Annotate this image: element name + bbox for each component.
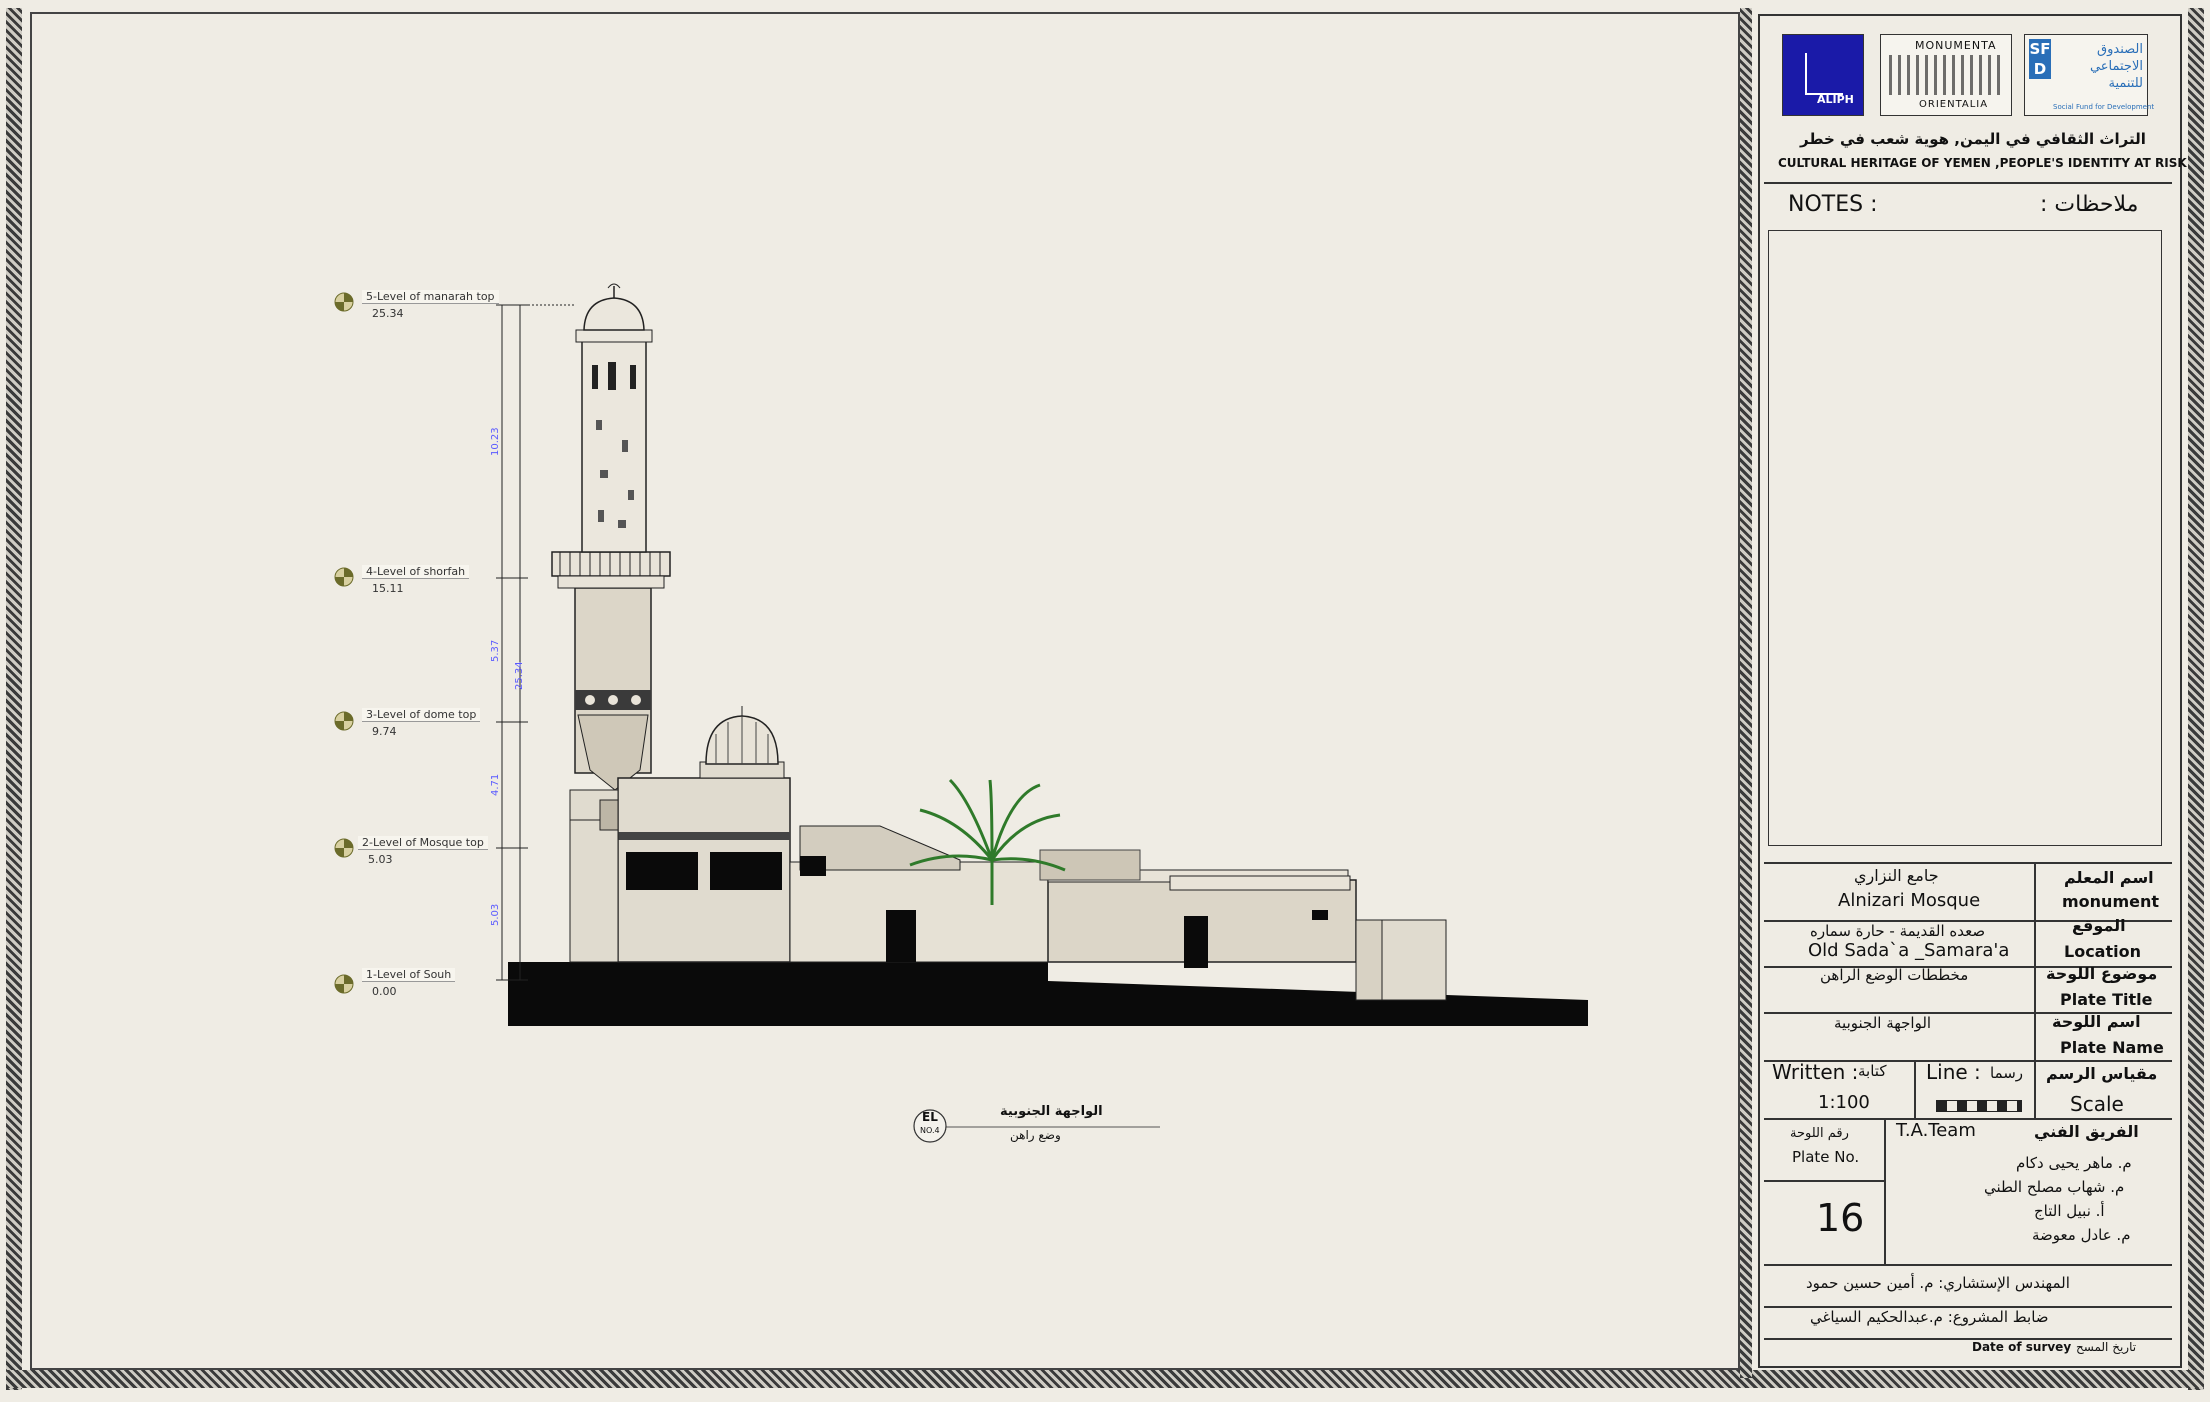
team-member-3: أ. نبيل التاج: [2034, 1202, 2105, 1220]
level-tag-souh: 1-Level of Souh 0.00: [362, 968, 456, 998]
written-label-en: Written :: [1772, 1060, 1859, 1084]
monument-value-ar: جامع النزاري: [1854, 866, 1939, 885]
heritage-title-en: CULTURAL HERITAGE OF YEMEN ,PEOPLE'S IDE…: [1778, 156, 2187, 170]
survey-date-label-ar: تاريخ المسح: [2076, 1340, 2137, 1354]
frame-border-divider: [1740, 8, 1752, 1378]
sfd-logo: SFD الصندوق الاجتماعي للتنمية Social Fun…: [2024, 34, 2154, 116]
notes-label-en: NOTES :: [1788, 192, 1878, 217]
team-member-2: م. شهاب مصلح الطني: [1984, 1178, 2125, 1196]
consultant-line: المهندس الإستشاري: م. أمين حسين حمود: [1806, 1274, 2070, 1292]
drawing-subtitle: وضع راهن: [1010, 1128, 1061, 1142]
dimension-total: 25.34: [514, 661, 525, 690]
line-label-ar: رسما: [1990, 1064, 2024, 1082]
frame-border-right: [2188, 8, 2204, 1390]
team-member-4: م. عادل معوضة: [2032, 1226, 2131, 1244]
location-label-ar: الموقع: [2072, 916, 2126, 935]
monument-label-ar: اسم المعلم: [2064, 868, 2154, 887]
level-tag-manarah: 5-Level of manarah top 25.34: [362, 290, 499, 320]
team-label-ar: الفريق الفني: [2034, 1122, 2139, 1141]
grid-line: [1764, 862, 2172, 864]
plate-title-label-ar: موضوع اللوحة: [2046, 964, 2158, 983]
level-markers: [334, 292, 354, 994]
location-value-ar: صعده القديمة - حارة سماره: [1810, 922, 1986, 940]
notes-label-ar: ملاحظات :: [2040, 192, 2139, 217]
dimension-upper: 10.23: [490, 427, 501, 456]
elevation-badge-top: EL: [922, 1110, 938, 1124]
grid-line: [2034, 862, 2036, 1118]
scale-value: 1:100: [1818, 1092, 1870, 1113]
drawing-title: الواجهة الجنوبية: [1000, 1104, 1103, 1119]
graphic-scale-bar: [1936, 1100, 2022, 1112]
side-wall: [789, 861, 1049, 963]
location-value-en: Old Sada`a _Samara'a: [1808, 940, 2010, 961]
monument-label-en: monument: [2062, 892, 2160, 911]
line-label-en: Line :: [1926, 1060, 1981, 1084]
title-separator: [1764, 182, 2172, 184]
scale-label-ar: مقياس الرسم: [2046, 1064, 2158, 1083]
plate-name-value-ar: الواجهة الجنوبية: [1834, 1014, 1932, 1032]
grid-line: [1764, 1180, 1884, 1182]
dimension-third: 4.71: [490, 773, 501, 796]
elevation-badge-bottom: NO.4: [920, 1126, 940, 1135]
plate-name-label-ar: اسم اللوحة: [2052, 1012, 2141, 1031]
plate-no-value: 16: [1816, 1196, 1865, 1240]
team-label-en: T.A.Team: [1896, 1120, 1976, 1141]
survey-date-label-en: Date of survey: [1972, 1340, 2072, 1354]
team-member-1: م. ماهر يحيى دكام: [2016, 1154, 2132, 1172]
plate-no-label-ar: رقم اللوحة: [1790, 1126, 1849, 1141]
dimension-lower: 5.03: [490, 903, 501, 926]
monument-value-en: Alnizari Mosque: [1838, 890, 1981, 911]
dimension-second: 5.37: [490, 639, 501, 662]
plate-name-label-en: Plate Name: [2060, 1038, 2164, 1057]
location-label-en: Location: [2064, 942, 2141, 961]
grid-line: [1914, 1060, 1916, 1118]
written-label-ar: كتابة: [1858, 1062, 1887, 1080]
plate-title-value-ar: مخططات الوضع الراهن: [1820, 966, 1969, 984]
aliph-logo: ALIPH: [1782, 34, 1864, 116]
minaret-cap: [583, 297, 645, 331]
drawing-sheet: 5-Level of manarah top 25.34 4-Level of s…: [0, 0, 2210, 1402]
south-elevation-drawing: [334, 283, 1588, 1143]
monumenta-orientalia-logo: MONUMENTA ORIENTALIA: [1880, 34, 2012, 116]
level-tag-mosque: 2-Level of Mosque top 5.03: [358, 836, 488, 866]
scale-label-en: Scale: [2070, 1092, 2124, 1116]
grid-line: [1764, 1264, 2172, 1266]
level-tag-shorfah: 4-Level of shorfah 15.11: [362, 565, 470, 595]
grid-line: [1884, 1118, 1886, 1264]
plate-title-label-en: Plate Title: [2060, 990, 2153, 1009]
plate-no-label-en: Plate No.: [1792, 1148, 1860, 1166]
notes-box: [1768, 230, 2162, 846]
level-tag-dome: 3-Level of dome top 9.74: [362, 708, 481, 738]
heritage-title-ar: التراث الثقافي في اليمن, هوية شعب في خطر: [1800, 130, 2146, 148]
project-controller-line: ضابط المشروع: م.عبدالحكيم السياغي: [1810, 1308, 2049, 1326]
